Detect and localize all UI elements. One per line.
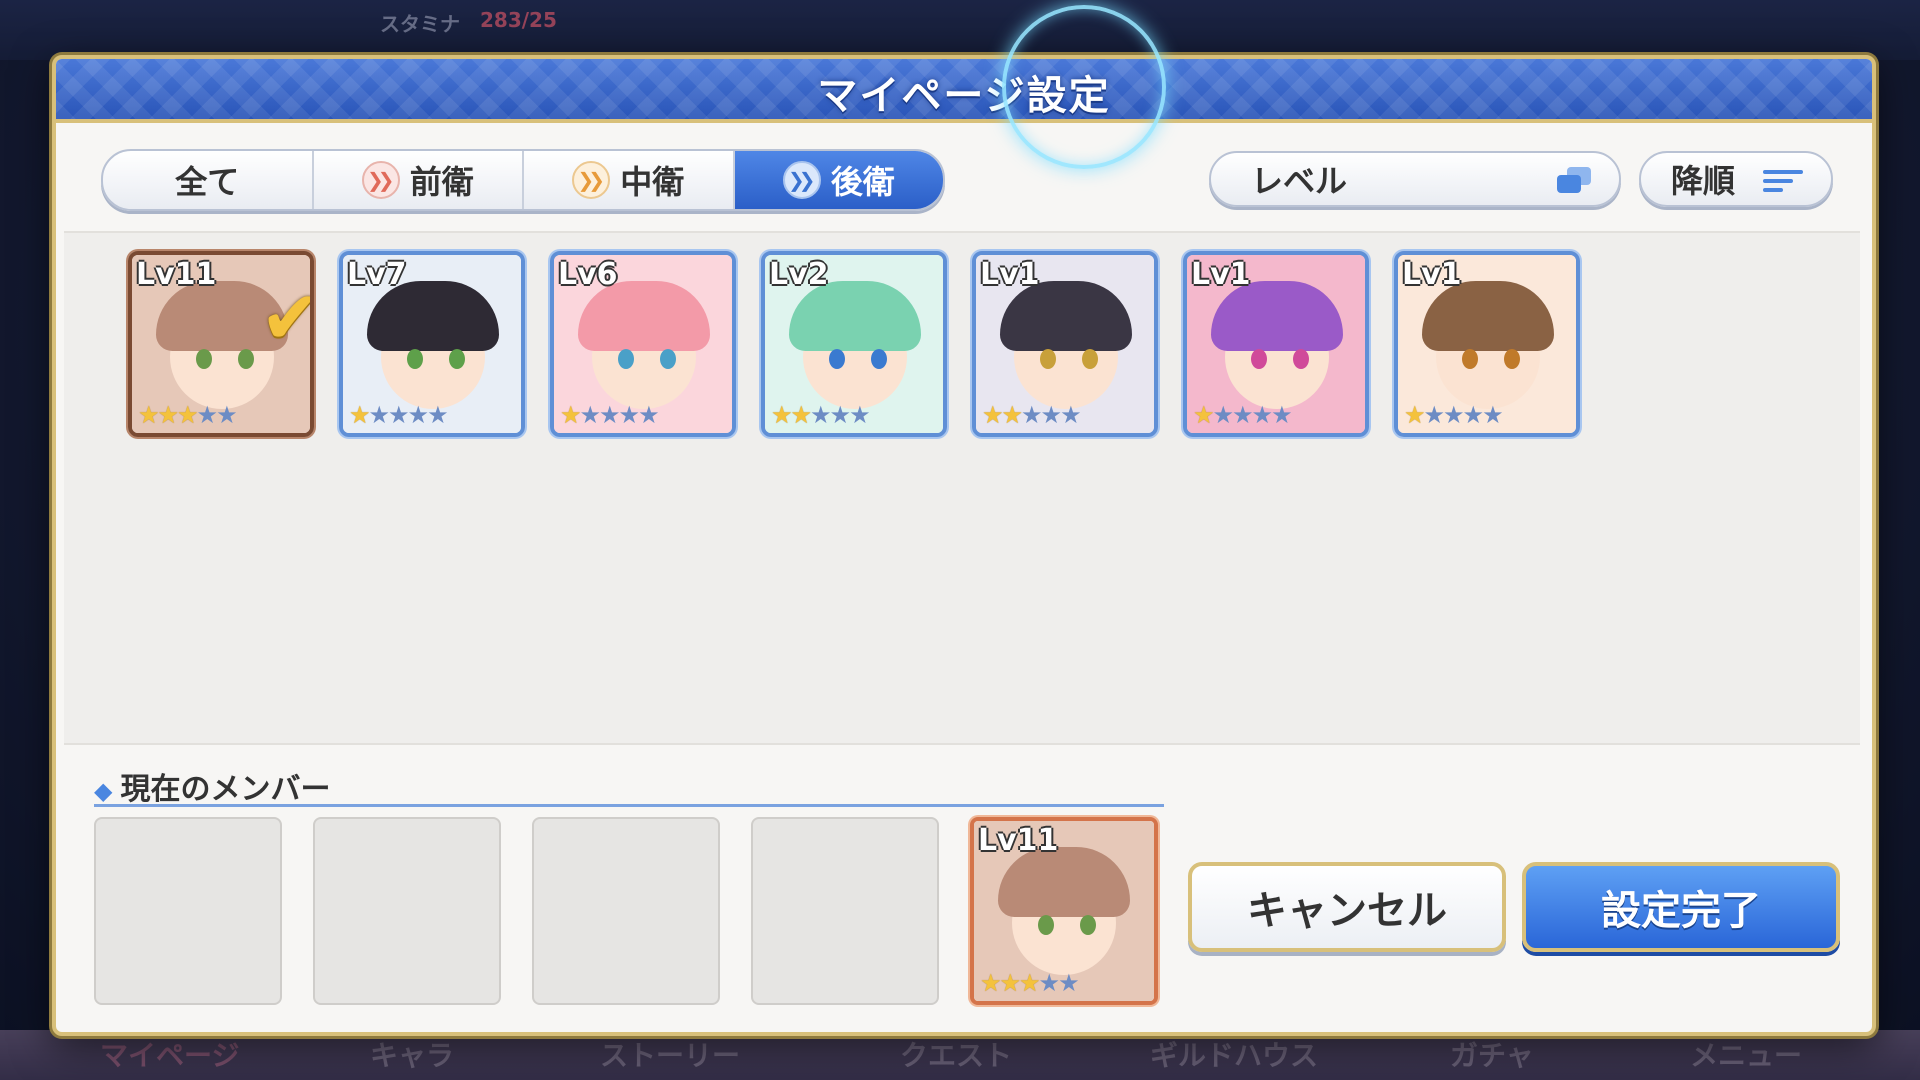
sort-order-label: 降順 [1671,162,1736,200]
member-slot-filled[interactable]: Lv11 ★★★★★ [970,817,1158,1005]
members-divider [94,804,1164,807]
character-level: Lv1 [980,257,1040,292]
character-level: Lv11 [136,257,217,292]
member-level: Lv11 [978,823,1059,858]
character-eye [871,349,887,369]
position-filter-tabs: 全て ❯❯ 前衛 ❯❯ 中衛 ❯❯ 後衛 [101,149,945,211]
character-eye [449,349,465,369]
current-members-heading: ◆ 現在のメンバー [94,764,330,808]
dialog-title: マイページ設定 [817,73,1111,119]
character-eye [660,349,676,369]
sort-order-button[interactable]: 降順 [1639,151,1833,207]
star-rating: ★★★★★ [349,401,449,429]
character-list: Lv11 ★★★★★ ✔ Lv7 ★★★★★ Lv6 ★★★★★ Lv2 ★★★★★ Lv1 ★★★… [64,231,1860,745]
confirm-label: 設定完了 [1601,888,1761,934]
character-level: Lv1 [1402,257,1462,292]
tab-rear[interactable]: ❯❯ 後衛 [734,151,943,209]
tab-rear-label: 後衛 [830,163,895,201]
character-eye [1504,349,1520,369]
star-rating: ★★★★★ [980,969,1080,997]
character-level: Lv7 [347,257,407,292]
member-slot-empty[interactable] [313,817,501,1005]
character-eye [1040,349,1056,369]
checkmark-icon: ✔ [260,275,310,361]
character-eye [238,349,254,369]
character-card[interactable]: Lv1 ★★★★★ [1394,251,1580,437]
sort-key-icon [1557,167,1591,193]
cancel-label: キャンセル [1247,888,1447,934]
character-eye [1082,349,1098,369]
tab-all-label: 全て [175,163,240,201]
member-slot-empty[interactable] [532,817,720,1005]
character-level: Lv6 [558,257,618,292]
cancel-button[interactable]: キャンセル [1188,862,1506,952]
tab-front[interactable]: ❯❯ 前衛 [314,151,524,209]
member-slot-empty[interactable] [751,817,939,1005]
character-card[interactable]: Lv2 ★★★★★ [761,251,947,437]
tab-middle[interactable]: ❯❯ 中衛 [524,151,735,209]
confirm-button[interactable]: 設定完了 [1522,862,1840,952]
star-rating: ★★★★★ [138,401,238,429]
tap-effect-ring [1002,5,1166,169]
character-card[interactable]: Lv6 ★★★★★ [550,251,736,437]
character-eye [1251,349,1267,369]
character-eye [407,349,423,369]
mypage-settings-dialog: マイページ設定 全て ❯❯ 前衛 ❯❯ 中衛 ❯❯ 後衛 レベル 降順 Lv11… [52,55,1876,1036]
diamond-icon: ◆ [94,777,113,805]
star-rating: ★★★★★ [771,401,871,429]
tab-middle-label: 中衛 [620,163,685,201]
character-card[interactable]: Lv1 ★★★★★ [1183,251,1369,437]
sort-key-button[interactable]: レベル [1209,151,1621,207]
character-card[interactable]: Lv11 ★★★★★ ✔ [128,251,314,437]
star-rating: ★★★★★ [560,401,660,429]
tab-front-label: 前衛 [409,163,474,201]
character-eye [618,349,634,369]
character-eye [196,349,212,369]
character-card[interactable]: Lv1 ★★★★★ [972,251,1158,437]
character-level: Lv2 [769,257,829,292]
star-rating: ★★★★★ [1193,401,1293,429]
member-slot-empty[interactable] [94,817,282,1005]
sort-order-icon [1763,170,1803,192]
rear-position-icon: ❯❯ [782,161,821,199]
star-rating: ★★★★★ [1404,401,1504,429]
character-eye [1038,915,1054,935]
character-eye [1462,349,1478,369]
character-eye [1080,915,1096,935]
character-level: Lv1 [1191,257,1251,292]
front-position-icon: ❯❯ [361,161,400,199]
current-members-label: 現在のメンバー [120,772,331,807]
character-eye [829,349,845,369]
sort-key-label: レベル [1251,162,1348,200]
character-card[interactable]: Lv7 ★★★★★ [339,251,525,437]
middle-position-icon: ❯❯ [572,161,611,199]
dialog-header: マイページ設定 [56,59,1872,123]
tab-all[interactable]: 全て [103,151,314,209]
star-rating: ★★★★★ [982,401,1082,429]
character-eye [1293,349,1309,369]
